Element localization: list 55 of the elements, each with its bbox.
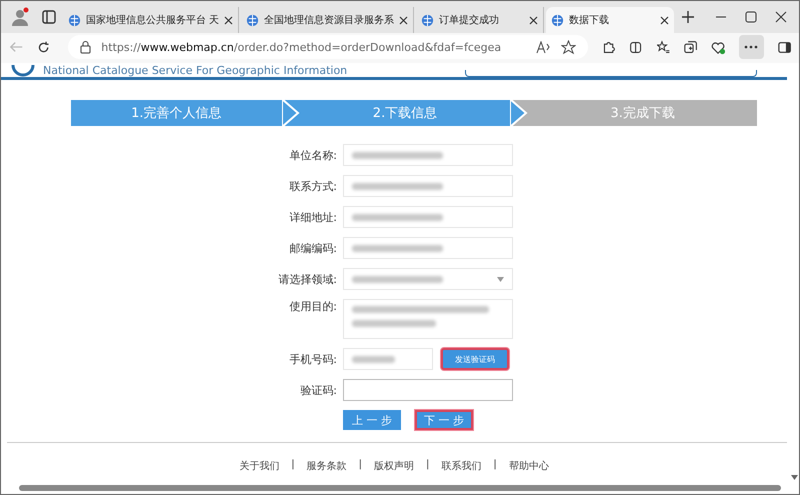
globe-icon xyxy=(421,14,434,26)
puzzle-icon[interactable] xyxy=(602,40,616,54)
globe-icon xyxy=(68,14,81,26)
separator: | xyxy=(291,459,295,472)
field-label: 详细地址: xyxy=(288,210,337,224)
star-icon[interactable] xyxy=(561,40,576,54)
new-tab-icon[interactable] xyxy=(681,10,696,24)
field-label: 邮编编码: xyxy=(288,240,337,256)
maximize-icon[interactable] xyxy=(745,11,757,23)
chevron-icon xyxy=(282,100,300,126)
footer-link[interactable]: 服务条款 xyxy=(306,459,347,473)
read-aloud-icon[interactable] xyxy=(536,40,552,54)
progress-step: 2.下载信息 xyxy=(300,100,528,126)
address-bar[interactable]: https://www.webmap.cn/order.do?method=orderDownload&fdaf=fcegea xyxy=(68,35,588,59)
field-label: 联系方式: xyxy=(288,178,337,194)
scroll-down-icon[interactable] xyxy=(790,475,798,480)
lock-icon xyxy=(80,40,92,54)
field-label: 手机号码: xyxy=(288,352,337,366)
footer-link[interactable]: 帮助中心 xyxy=(508,459,549,473)
field-label: 验证码: xyxy=(299,382,337,398)
globe-icon xyxy=(551,14,564,26)
split-screen-icon[interactable] xyxy=(629,40,643,54)
field-label: 单位名称: xyxy=(288,148,337,162)
profile-icon[interactable] xyxy=(10,7,30,27)
refresh-icon[interactable] xyxy=(37,40,50,54)
tab-actions-icon[interactable] xyxy=(42,10,56,24)
globe-icon xyxy=(246,14,260,26)
field-label: 请选择领域: xyxy=(277,272,337,286)
browser-tab[interactable]: 数据下载 xyxy=(546,7,674,33)
collections-icon[interactable] xyxy=(684,40,698,54)
separator: | xyxy=(358,459,362,472)
caret-icon xyxy=(497,277,504,282)
favorites-icon[interactable] xyxy=(656,40,670,54)
chevron-icon xyxy=(510,100,528,126)
separator: | xyxy=(493,459,497,472)
footer-link[interactable]: 关于我们 xyxy=(239,459,280,473)
close-icon[interactable] xyxy=(529,16,538,24)
close-icon[interactable] xyxy=(660,16,670,24)
url-text: https://www.webmap.cn/order.do?method=orderDownload&fdaf=fcegea xyxy=(101,40,502,54)
separator: | xyxy=(426,459,430,472)
close-icon[interactable] xyxy=(775,11,787,23)
textarea-field[interactable] xyxy=(343,299,513,339)
close-icon[interactable] xyxy=(399,16,408,24)
close-icon[interactable] xyxy=(224,16,234,24)
progress-step: 3.完成下载 xyxy=(528,100,758,126)
site-subtitle: National Catalogue Service For Geographic Information xyxy=(43,65,348,77)
footer-link[interactable]: 版权声明 xyxy=(374,459,414,473)
input-field[interactable] xyxy=(343,379,513,401)
more-icon xyxy=(744,45,758,49)
progress-step: 1.完善个人信息 xyxy=(71,100,300,126)
sidebar-icon[interactable] xyxy=(778,40,792,54)
more-button[interactable] xyxy=(739,35,764,59)
field-label: 使用目的: xyxy=(288,299,337,314)
footer-link[interactable]: 联系我们 xyxy=(441,459,482,473)
heart-pulse-icon[interactable] xyxy=(711,40,726,54)
